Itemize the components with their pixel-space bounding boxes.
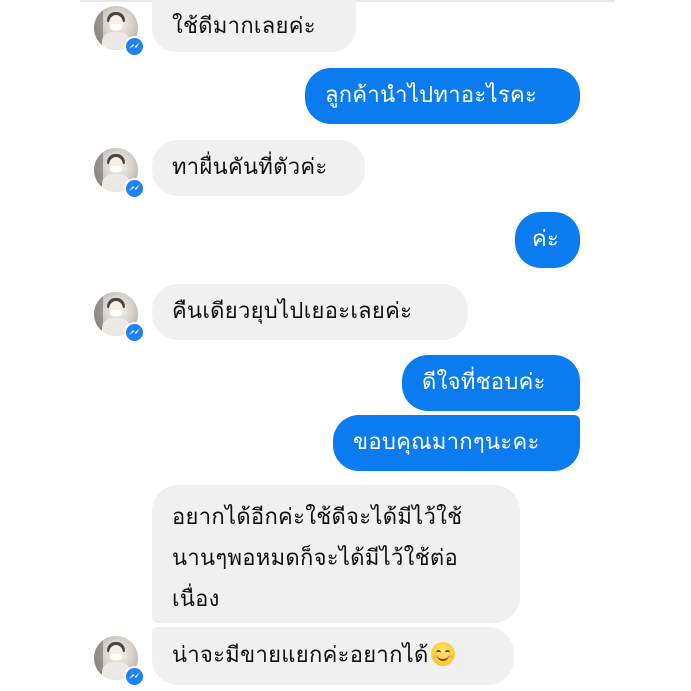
message-bubble[interactable]: ลูกค้านำไปทาอะไรคะ: [305, 68, 580, 124]
message-bubble[interactable]: ใช้ดีมากเลยค่ะ: [152, 0, 356, 52]
message-bubble[interactable]: ขอบคุณมากๆนะคะ: [333, 415, 580, 471]
message-bubble[interactable]: ค่ะ: [515, 212, 580, 268]
message-line: นานๆพอหมดก็จะได้มีไว้ใช้ต่อ: [172, 546, 459, 571]
messenger-icon: [124, 666, 145, 687]
message-line: เนื่อง: [172, 587, 220, 612]
smiling-face-emoji: [430, 642, 455, 666]
messenger-icon: [124, 178, 145, 199]
message-bubble[interactable]: น่าจะมีขายแยกค่ะอยากได้: [152, 627, 514, 685]
message-line: อยากได้อีกค่ะใช้ดีจะได้มีไว้ใช้: [172, 505, 463, 530]
contact-avatar[interactable]: [94, 6, 145, 57]
messenger-icon: [124, 36, 145, 57]
message-text: น่าจะมีขายแยกค่ะอยากได้: [172, 643, 429, 668]
messenger-icon: [124, 322, 145, 343]
contact-avatar[interactable]: [94, 636, 145, 687]
contact-avatar[interactable]: [94, 148, 145, 199]
message-bubble[interactable]: คืนเดียวยุบไปเยอะเลยค่ะ: [152, 284, 468, 340]
contact-avatar[interactable]: [94, 292, 145, 343]
message-bubble[interactable]: ดีใจที่ชอบค่ะ: [402, 355, 580, 411]
message-bubble[interactable]: อยากได้อีกค่ะใช้ดีจะได้มีไว้ใช้ นานๆพอหม…: [152, 485, 520, 623]
message-bubble[interactable]: ทาผื่นคันที่ตัวค่ะ: [152, 140, 365, 196]
